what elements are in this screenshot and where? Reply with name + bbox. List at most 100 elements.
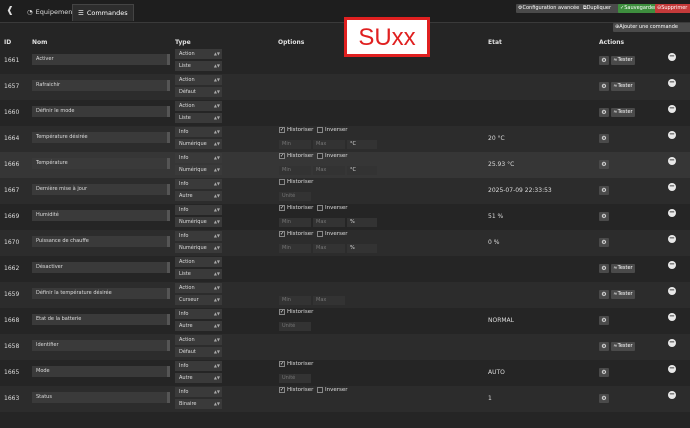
min-input[interactable]: Min (279, 166, 311, 175)
subtype-select[interactable]: Numérique ▲▼ (175, 217, 222, 227)
subtype-select[interactable]: Liste ▲▼ (175, 269, 222, 279)
type-select[interactable]: Info ▲▼ (175, 361, 222, 371)
historiser-checkbox[interactable]: ✓ (279, 205, 285, 211)
tester-button[interactable]: ≈Tester (611, 108, 635, 117)
type-select[interactable]: Action ▲▼ (175, 75, 222, 85)
type-select[interactable]: Action ▲▼ (175, 101, 222, 111)
subtype-select[interactable]: Autre ▲▼ (175, 373, 222, 383)
type-select[interactable]: Info ▲▼ (175, 309, 222, 319)
subtype-select[interactable]: Défaut ▲▼ (175, 347, 222, 357)
gears-icon[interactable]: ⚙ (599, 56, 609, 65)
type-select[interactable]: Info ▲▼ (175, 205, 222, 215)
name-input[interactable]: Température désirée (32, 132, 170, 143)
max-input[interactable]: Max (313, 296, 345, 305)
name-input[interactable]: Définir la température désirée (32, 288, 170, 299)
subtype-select[interactable]: Binaire ▲▼ (175, 399, 222, 409)
subtype-select[interactable]: Autre ▲▼ (175, 321, 222, 331)
type-select[interactable]: Action ▲▼ (175, 335, 222, 345)
tab-commandes[interactable]: ☰ Commandes (72, 4, 134, 21)
remove-icon[interactable]: − (668, 105, 676, 113)
subtype-select[interactable]: Numérique ▲▼ (175, 243, 222, 253)
min-input[interactable]: Min (279, 140, 311, 149)
add-command-button[interactable]: ⊕Ajouter une commande (613, 23, 690, 32)
gears-icon[interactable]: ⚙ (599, 342, 609, 351)
tester-button[interactable]: ≈Tester (611, 56, 635, 65)
name-input[interactable]: Rafraichir (32, 80, 170, 91)
remove-icon[interactable]: − (668, 391, 676, 399)
name-input[interactable]: Puissance de chauffe (32, 236, 170, 247)
tester-button[interactable]: ≈Tester (611, 290, 635, 299)
max-input[interactable]: Max (313, 218, 345, 227)
inverser-checkbox[interactable] (317, 205, 323, 211)
gears-icon[interactable]: ⚙ (599, 186, 609, 195)
name-input[interactable]: Dernière mise à jour (32, 184, 170, 195)
remove-icon[interactable]: − (668, 183, 676, 191)
max-input[interactable]: Max (313, 140, 345, 149)
remove-icon[interactable]: − (668, 157, 676, 165)
historiser-checkbox[interactable]: ✓ (279, 387, 285, 393)
remove-icon[interactable]: − (668, 235, 676, 243)
gears-icon[interactable]: ⚙ (599, 134, 609, 143)
inverser-checkbox[interactable] (317, 387, 323, 393)
min-input[interactable]: Min (279, 244, 311, 253)
remove-icon[interactable]: − (668, 131, 676, 139)
remove-icon[interactable]: − (668, 261, 676, 269)
name-input[interactable]: Etat de la batterie (32, 314, 170, 325)
name-input[interactable]: Mode (32, 366, 170, 377)
type-select[interactable]: Info ▲▼ (175, 231, 222, 241)
gears-icon[interactable]: ⚙ (599, 82, 609, 91)
historiser-checkbox[interactable]: ✓ (279, 361, 285, 367)
gears-icon[interactable]: ⚙ (599, 108, 609, 117)
min-input[interactable]: Min (279, 296, 311, 305)
unit-input[interactable]: Unité (279, 192, 311, 201)
delete-button[interactable]: ⊖Supprimer (655, 4, 690, 13)
type-select[interactable]: Info ▲▼ (175, 179, 222, 189)
remove-icon[interactable]: − (668, 365, 676, 373)
min-input[interactable]: Min (279, 218, 311, 227)
unit-input[interactable]: Unité (279, 374, 311, 383)
inverser-checkbox[interactable] (317, 153, 323, 159)
tester-button[interactable]: ≈Tester (611, 82, 635, 91)
historiser-checkbox[interactable] (279, 179, 285, 185)
gears-icon[interactable]: ⚙ (599, 264, 609, 273)
remove-icon[interactable]: − (668, 209, 676, 217)
subtype-select[interactable]: Liste ▲▼ (175, 61, 222, 71)
inverser-checkbox[interactable] (317, 231, 323, 237)
type-select[interactable]: Action ▲▼ (175, 49, 222, 59)
unit-input[interactable]: °C (347, 140, 377, 149)
max-input[interactable]: Max (313, 166, 345, 175)
remove-icon[interactable]: − (668, 53, 676, 61)
subtype-select[interactable]: Liste ▲▼ (175, 113, 222, 123)
historiser-checkbox[interactable]: ✓ (279, 127, 285, 133)
name-input[interactable]: Température (32, 158, 170, 169)
gears-icon[interactable]: ⚙ (599, 290, 609, 299)
subtype-select[interactable]: Curseur ▲▼ (175, 295, 222, 305)
gears-icon[interactable]: ⚙ (599, 394, 609, 403)
gears-icon[interactable]: ⚙ (599, 316, 609, 325)
type-select[interactable]: Info ▲▼ (175, 127, 222, 137)
remove-icon[interactable]: − (668, 339, 676, 347)
name-input[interactable]: Activer (32, 54, 170, 65)
type-select[interactable]: Info ▲▼ (175, 153, 222, 163)
subtype-select[interactable]: Numérique ▲▼ (175, 139, 222, 149)
gears-icon[interactable]: ⚙ (599, 368, 609, 377)
name-input[interactable]: Désactiver (32, 262, 170, 273)
subtype-select[interactable]: Défaut ▲▼ (175, 87, 222, 97)
gears-icon[interactable]: ⚙ (599, 160, 609, 169)
type-select[interactable]: Action ▲▼ (175, 257, 222, 267)
unit-input[interactable]: % (347, 244, 377, 253)
historiser-checkbox[interactable]: ✓ (279, 231, 285, 237)
remove-icon[interactable]: − (668, 79, 676, 87)
historiser-checkbox[interactable]: ✓ (279, 153, 285, 159)
unit-input[interactable]: Unité (279, 322, 311, 331)
type-select[interactable]: Info ▲▼ (175, 387, 222, 397)
historiser-checkbox[interactable]: ✓ (279, 309, 285, 315)
subtype-select[interactable]: Autre ▲▼ (175, 191, 222, 201)
name-input[interactable]: Définir le mode (32, 106, 170, 117)
type-select[interactable]: Action ▲▼ (175, 283, 222, 293)
name-input[interactable]: Status (32, 392, 170, 403)
duplicate-button[interactable]: ⧉Dupliquer (581, 4, 620, 13)
unit-input[interactable]: % (347, 218, 377, 227)
name-input[interactable]: Humidité (32, 210, 170, 221)
save-button[interactable]: ✓Sauvegarder (618, 4, 657, 13)
